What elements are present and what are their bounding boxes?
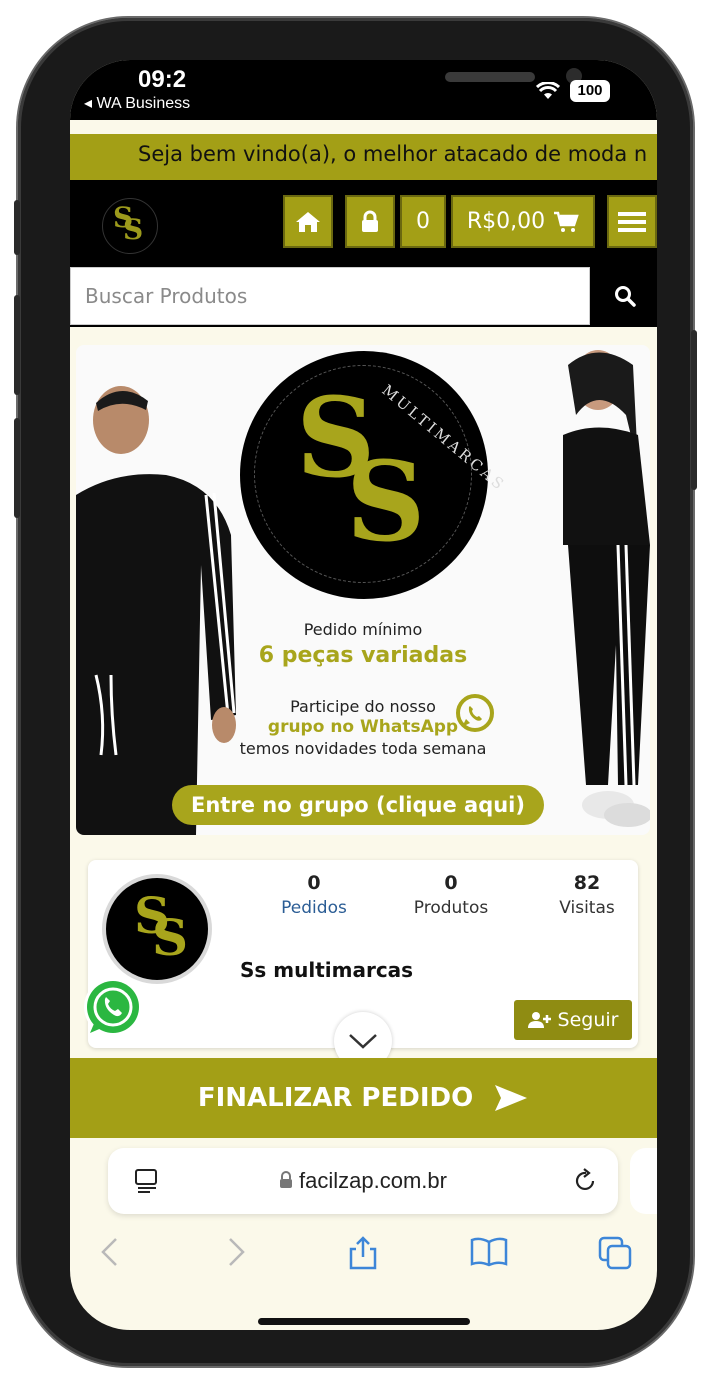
url-text: facilzap.com.br [299, 1168, 447, 1193]
hamburger-menu-icon [618, 211, 646, 232]
battery-indicator: 100 [570, 80, 610, 102]
volume-down-button [14, 418, 20, 518]
checkout-label: FINALIZAR PEDIDO [197, 1083, 474, 1113]
stat-visits-label: Visitas [559, 898, 615, 918]
follow-label: Seguir [557, 1009, 619, 1031]
stat-orders-value: 0 [307, 872, 321, 894]
reload-icon[interactable] [572, 1168, 598, 1194]
power-button [691, 330, 697, 490]
stat-visits-value: 82 [573, 872, 601, 894]
back-to-app-link[interactable]: ◂ WA Business [84, 93, 190, 113]
status-bar: 09:2 ◂ WA Business 100 [70, 60, 657, 120]
join-text-line3: temos novidades toda semana [239, 739, 487, 758]
stat-products: 0 Produtos [391, 872, 511, 918]
speaker [445, 72, 535, 82]
next-tab-preview[interactable] [630, 1148, 657, 1214]
cart-count-button[interactable]: 0 [400, 195, 446, 248]
phone-screen: 09:2 ◂ WA Business 100 Seja bem vindo(a)… [70, 60, 657, 1330]
url-display[interactable]: facilzap.com.br [108, 1168, 618, 1194]
send-icon [495, 1085, 528, 1111]
checkout-button[interactable]: FINALIZAR PEDIDO [70, 1058, 657, 1138]
shopping-cart-icon [554, 211, 579, 232]
lock-icon [280, 1171, 293, 1188]
cart-total-button[interactable]: R$0,00 [451, 195, 595, 248]
share-icon[interactable] [346, 1236, 380, 1270]
back-arrow-icon[interactable] [98, 1236, 122, 1268]
stat-products-value: 0 [444, 872, 458, 894]
status-time: 09:2 [138, 66, 187, 93]
chevron-down-icon [349, 1034, 377, 1049]
minimum-order-label: Pedido mínimo [303, 620, 423, 639]
search-icon [614, 286, 636, 307]
logo-letter: S [346, 437, 426, 566]
join-group-button[interactable]: Entre no grupo (clique aqui) [172, 785, 544, 825]
follow-button[interactable]: Seguir [514, 1000, 632, 1040]
mute-switch [14, 200, 20, 255]
marquee-text: Seja bem vindo(a), o melhor atacado de m… [138, 142, 648, 166]
welcome-marquee: Seja bem vindo(a), o melhor atacado de m… [70, 134, 657, 180]
menu-button[interactable] [607, 195, 657, 248]
volume-up-button [14, 295, 20, 395]
minimum-order-value: 6 peças variadas [258, 643, 468, 668]
stat-products-label: Produtos [413, 898, 489, 918]
cart-total: R$0,00 [466, 209, 546, 234]
tabs-icon[interactable] [598, 1236, 634, 1270]
store-avatar: S S [102, 874, 212, 984]
model-woman-image [563, 350, 650, 827]
promo-banner[interactable]: S S MULTIMARCAS Pedido mínimo 6 peças va… [76, 345, 650, 835]
cart-count: 0 [416, 209, 430, 234]
model-man-image [76, 386, 236, 835]
add-user-icon [527, 1012, 551, 1028]
stat-orders-label: Pedidos [281, 898, 347, 918]
forward-arrow-icon[interactable] [224, 1236, 248, 1268]
home-icon [296, 211, 320, 232]
home-button[interactable] [283, 195, 333, 248]
search-input[interactable] [70, 267, 590, 325]
browser-address-bar[interactable]: facilzap.com.br [108, 1148, 618, 1214]
login-button[interactable] [345, 195, 395, 248]
stat-visits: 82 Visitas [527, 872, 647, 918]
bookmarks-icon[interactable] [470, 1236, 508, 1268]
join-text-line1: Participe do nosso [290, 697, 436, 716]
wifi-icon [536, 82, 560, 99]
stat-orders[interactable]: 0 Pedidos [254, 872, 374, 918]
logo-letter: S [123, 213, 144, 246]
store-header: S S 0 R$0,00 [70, 180, 657, 265]
notch [200, 60, 582, 106]
banner-logo: S S MULTIMARCAS [240, 351, 509, 599]
join-text-line2: grupo no WhatsApp [267, 717, 459, 737]
lock-icon [362, 210, 378, 232]
store-name: Ss multimarcas [240, 958, 414, 982]
logo-letter: S [152, 908, 189, 967]
whatsapp-float-button[interactable] [80, 975, 146, 1041]
search-bar [70, 265, 657, 327]
search-button[interactable] [592, 267, 657, 325]
home-indicator[interactable] [258, 1318, 470, 1325]
whatsapp-icon [456, 694, 494, 732]
store-logo[interactable]: S S [102, 198, 158, 254]
